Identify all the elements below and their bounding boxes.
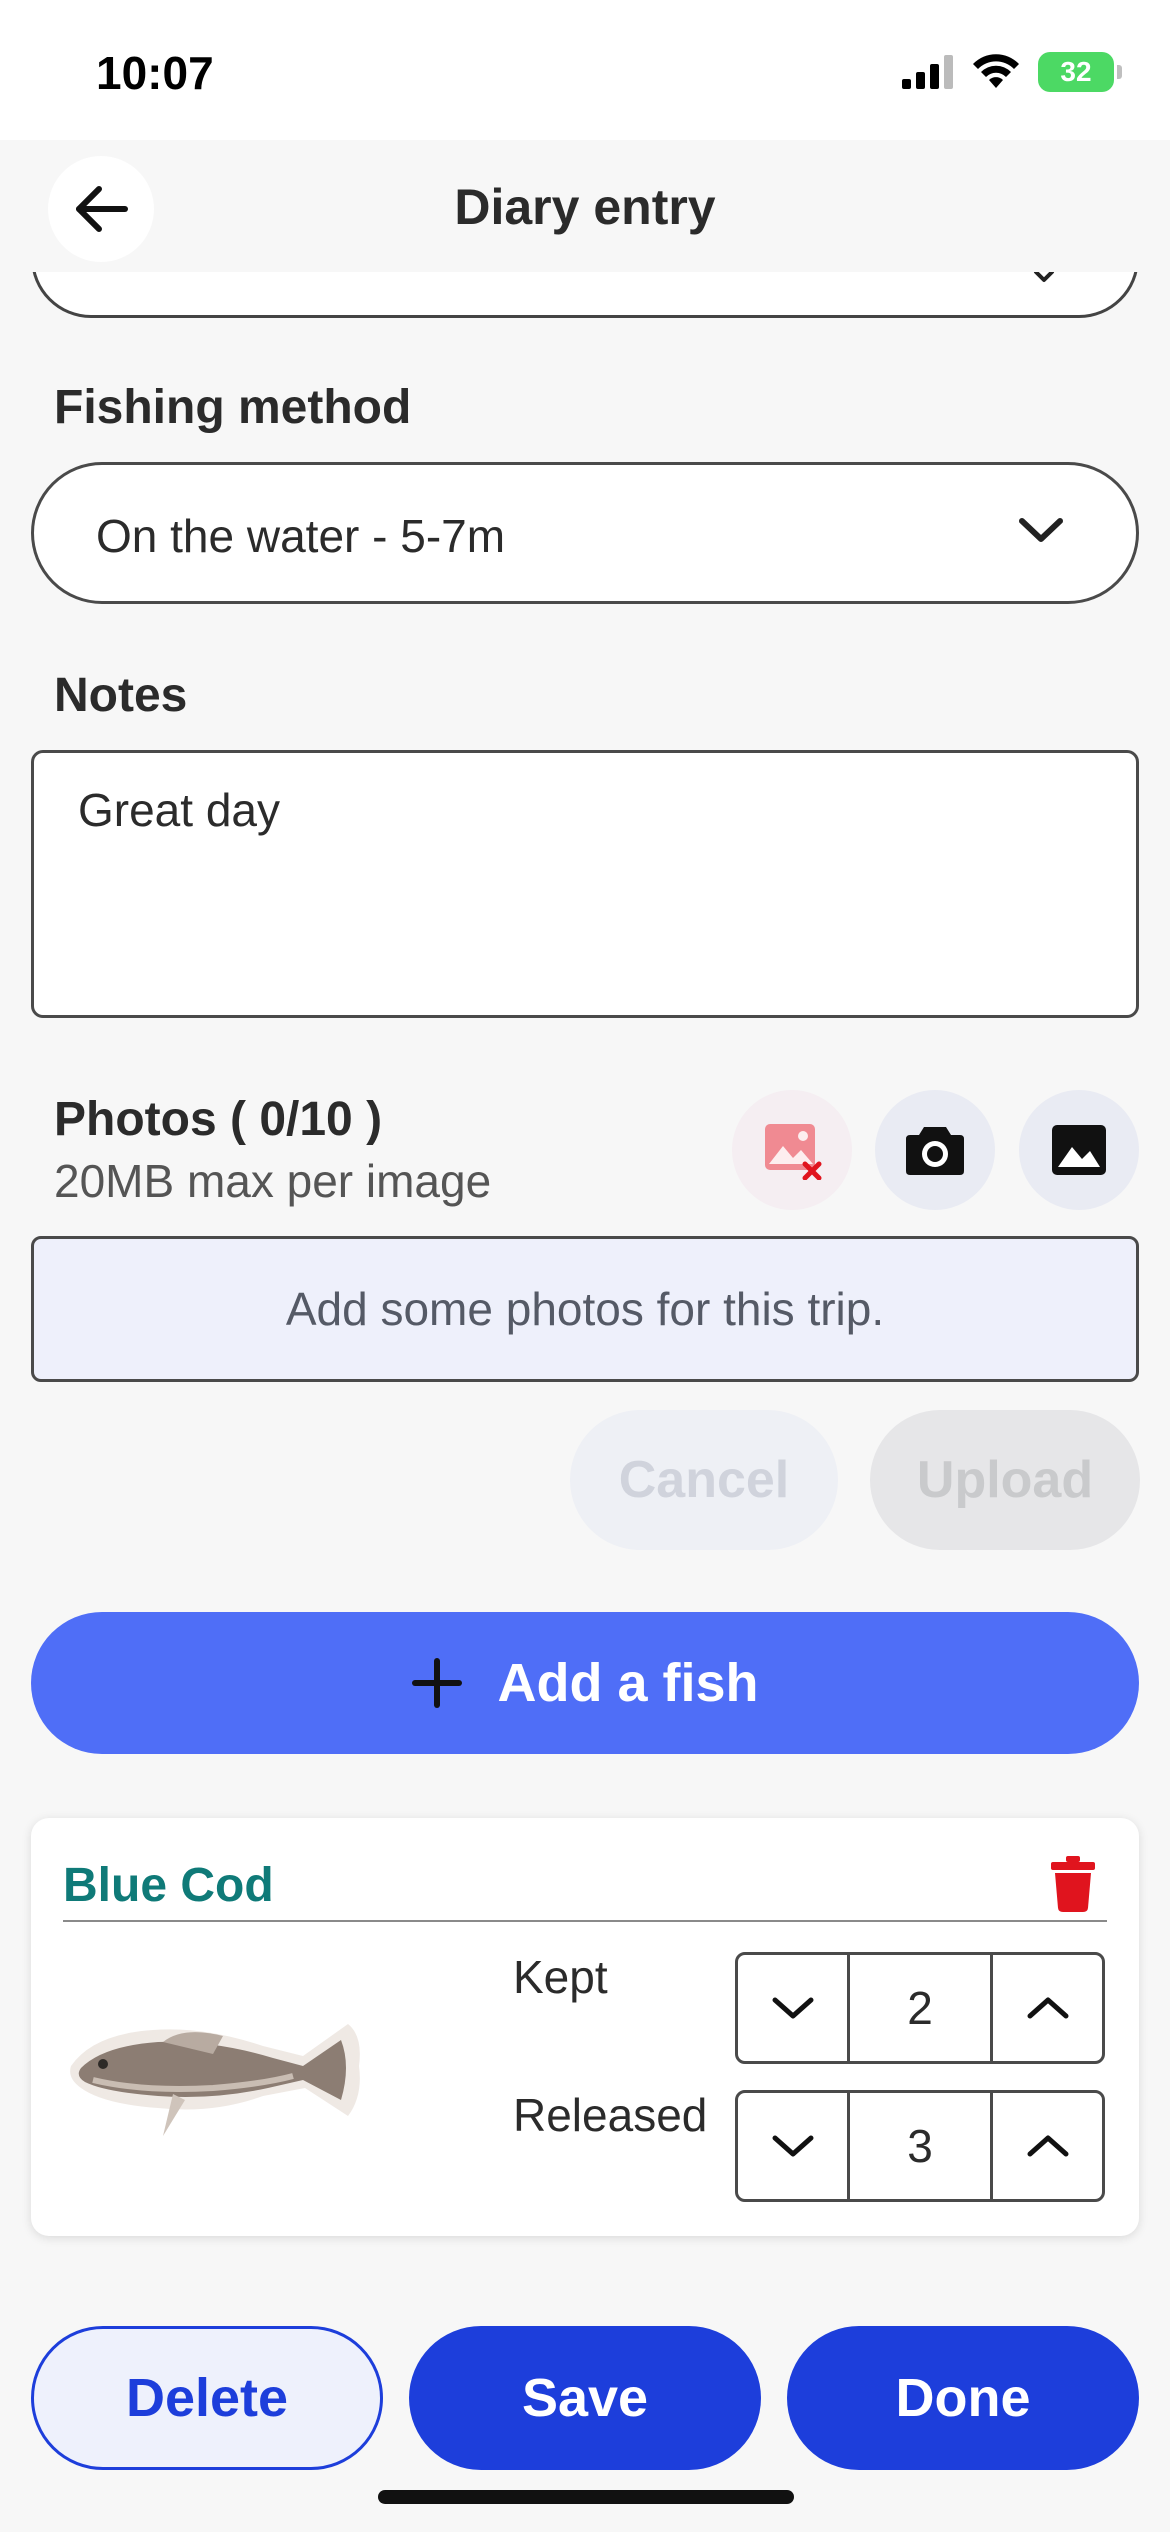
- image-gallery-icon: [1052, 1125, 1106, 1175]
- fish-image: [70, 2024, 360, 2136]
- released-decrement-button[interactable]: [738, 2093, 850, 2199]
- add-fish-label: Add a fish: [497, 1653, 759, 1713]
- kept-count[interactable]: 2: [850, 1955, 990, 2061]
- kept-decrement-button[interactable]: [738, 1955, 850, 2061]
- fish-species-name: Blue Cod: [63, 1859, 274, 1912]
- upload-label: Upload: [916, 1451, 1094, 1509]
- plus-icon: [412, 1658, 463, 1708]
- released-stepper: 3: [735, 2090, 1105, 2202]
- save-button[interactable]: Save: [409, 2326, 761, 2470]
- notes-label: Notes: [54, 669, 188, 722]
- photos-size-limit: 20MB max per image: [54, 1155, 492, 1207]
- choose-photo-button[interactable]: [1019, 1090, 1139, 1210]
- page-title: Diary entry: [454, 179, 716, 235]
- fish-card: Blue Cod Kept 2 Released 3: [31, 1818, 1139, 2236]
- released-count[interactable]: 3: [850, 2093, 990, 2199]
- cancel-upload-button[interactable]: Cancel: [570, 1410, 838, 1550]
- status-time: 10:07: [96, 47, 214, 99]
- image-remove-icon: [765, 1124, 822, 1180]
- upload-button[interactable]: Upload: [870, 1410, 1140, 1550]
- fishing-method-select[interactable]: On the water - 5-7m: [31, 462, 1139, 604]
- photos-title: Photos ( 0/10 ): [54, 1093, 383, 1146]
- chevron-up-icon: [1027, 1997, 1068, 2019]
- add-fish-button[interactable]: Add a fish: [31, 1612, 1139, 1754]
- take-photo-button[interactable]: [875, 1090, 995, 1210]
- done-button[interactable]: Done: [787, 2326, 1139, 2470]
- status-icons: 32: [902, 52, 1122, 92]
- notes-value: Great day: [78, 784, 280, 836]
- nav-bar: Diary entry: [0, 140, 1170, 272]
- cellular-signal-icon: [902, 55, 953, 89]
- delete-fish-button[interactable]: [1051, 1856, 1095, 1917]
- kept-label: Kept: [513, 1951, 608, 2003]
- camera-icon: [906, 1127, 964, 1175]
- photo-placeholder-text: Add some photos for this trip.: [285, 1283, 885, 1335]
- battery-level: 32: [1060, 56, 1092, 87]
- photo-drop-area[interactable]: Add some photos for this trip.: [31, 1236, 1139, 1382]
- wifi-icon: [973, 54, 1019, 88]
- released-increment-button[interactable]: [990, 2093, 1102, 2199]
- fishing-method-label: Fishing method: [54, 381, 412, 434]
- done-label: Done: [895, 2368, 1031, 2428]
- notes-textarea[interactable]: Great day: [31, 750, 1139, 1018]
- remove-photos-button[interactable]: [732, 1090, 852, 1210]
- status-bar: 10:07 32: [0, 0, 1170, 140]
- trash-icon: [1051, 1856, 1095, 1912]
- home-indicator[interactable]: [378, 2490, 794, 2504]
- delete-button[interactable]: Delete: [31, 2326, 383, 2470]
- kept-increment-button[interactable]: [990, 1955, 1102, 2061]
- save-label: Save: [521, 2368, 649, 2428]
- delete-label: Delete: [125, 2368, 289, 2428]
- kept-stepper: 2: [735, 1952, 1105, 2064]
- chevron-down-icon: [1019, 518, 1063, 542]
- chevron-up-icon: [1027, 2135, 1068, 2157]
- released-label: Released: [513, 2089, 708, 2141]
- chevron-down-icon: [772, 2135, 813, 2157]
- chevron-down-icon: [772, 1997, 813, 2019]
- card-divider: [63, 1920, 1107, 1922]
- cancel-upload-label: Cancel: [618, 1451, 790, 1509]
- battery-icon: 32: [1038, 52, 1122, 92]
- fishing-method-value: On the water - 5-7m: [96, 510, 506, 562]
